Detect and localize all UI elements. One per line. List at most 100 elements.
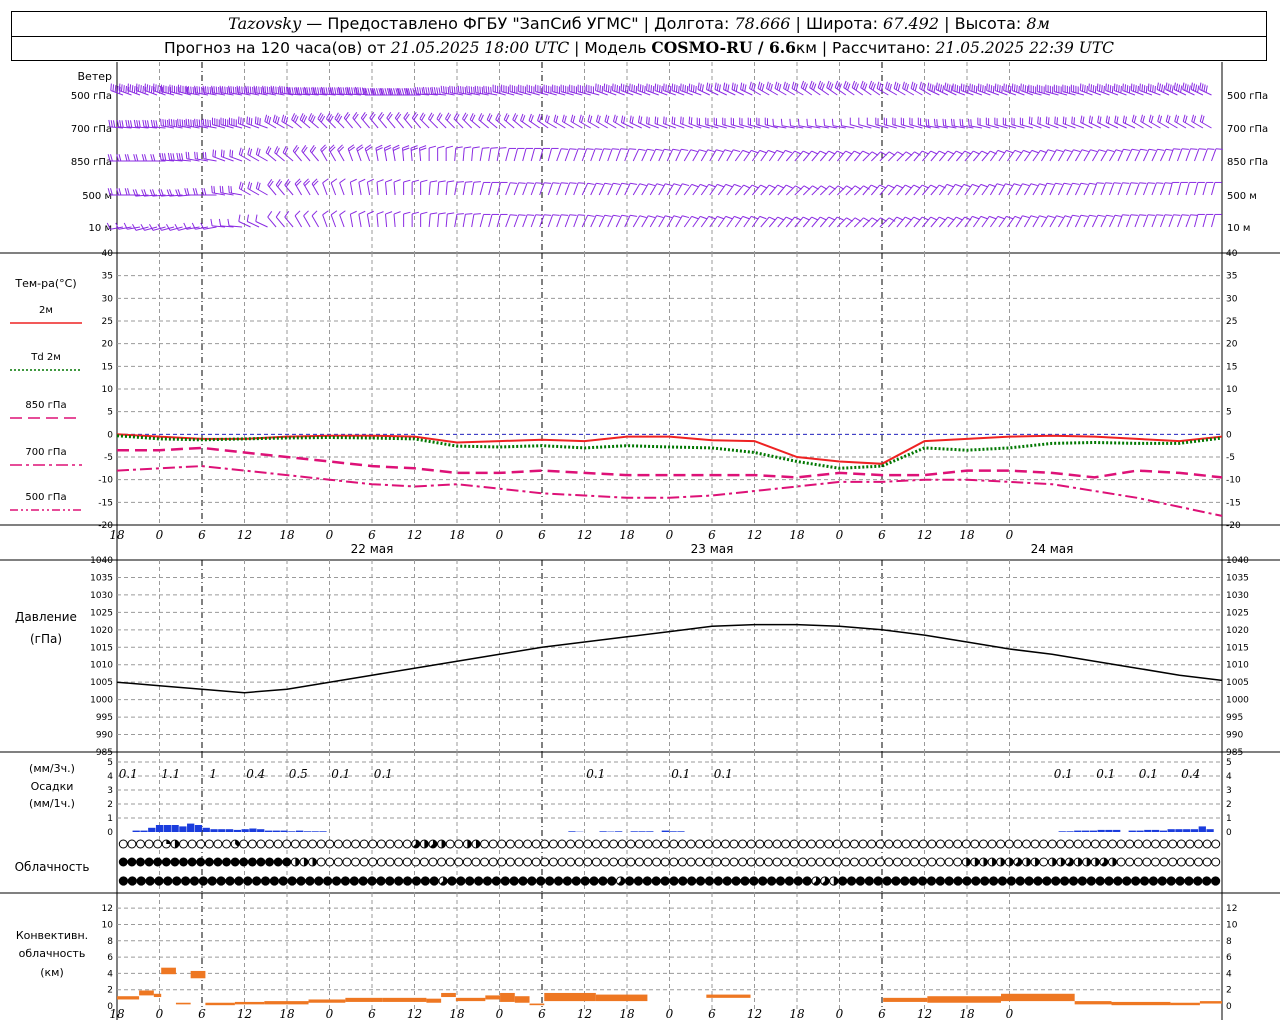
- wind-barb-flag: [202, 118, 205, 126]
- cloud-circle: [643, 857, 653, 867]
- wind-barb-flag: [310, 87, 314, 95]
- cloud-circle: [583, 839, 593, 849]
- wind-barb: [1177, 214, 1189, 228]
- wind-barb-flag: [599, 85, 602, 93]
- cloud-circle: [454, 839, 464, 849]
- cloud-symbol: [161, 857, 171, 867]
- wind-barb-flag: [336, 87, 339, 95]
- wind-barb: [586, 84, 600, 96]
- precip-bar: [303, 831, 312, 832]
- cloud-circle: [196, 839, 206, 849]
- cloud-circle: [927, 839, 937, 849]
- wind-barb-flag: [226, 86, 229, 95]
- hour-tick-label-bottom: 18: [789, 1007, 805, 1021]
- precip-bar: [225, 829, 234, 832]
- wind-barb-flag: [449, 85, 451, 93]
- cloud-symbol: [729, 839, 739, 849]
- cloud-fill-full: [1211, 876, 1220, 886]
- wind-barb-flag: [1118, 85, 1120, 93]
- cloud-circle: [376, 857, 386, 867]
- wind-barb-flag: [606, 115, 610, 123]
- wind-barb-flag: [275, 211, 281, 218]
- wind-barb-flag: [510, 182, 518, 184]
- wind-barb-flag: [464, 86, 467, 95]
- conv-cloud-bar: [514, 996, 530, 1003]
- wind-barb-flag: [613, 182, 621, 185]
- cloud-fill-full: [145, 876, 155, 886]
- wind-barb-flag: [433, 87, 437, 95]
- cloud-circle: [712, 857, 722, 867]
- cloud-circle: [462, 857, 472, 867]
- wind-barb-flag: [1024, 85, 1027, 93]
- pressure-tick-label-right: 1005: [1226, 678, 1249, 688]
- wind-barb: [1049, 182, 1063, 196]
- cloud-circle: [944, 839, 954, 849]
- cloud-fill-full: [936, 876, 945, 886]
- cloud-symbol: [411, 839, 421, 849]
- wind-barb-flag: [944, 82, 947, 90]
- wind-barb: [632, 148, 646, 162]
- wind-barb-flag: [451, 86, 454, 94]
- wind-barb: [337, 144, 345, 162]
- wind-barb-flag: [853, 150, 861, 155]
- cloud-fill-full: [625, 876, 634, 886]
- conv-cloud-bar: [1170, 1002, 1200, 1006]
- precip-bar: [646, 831, 654, 832]
- cloud-symbol: [763, 839, 773, 849]
- cloud-fill-full: [1175, 876, 1185, 886]
- wind-barb-flag: [202, 151, 205, 159]
- wind-barb-flag: [1080, 182, 1088, 185]
- wind-barb-flag: [1122, 214, 1130, 216]
- wind-barb-flag: [112, 84, 115, 92]
- wind-barb: [330, 178, 338, 196]
- wind-barb-flag: [150, 119, 154, 127]
- wind-barb: [547, 214, 560, 228]
- wind-barb-staff: [641, 149, 648, 162]
- precip-bar: [171, 825, 179, 832]
- wind-barb-flag: [113, 120, 116, 128]
- wind-barb-staff: [1194, 182, 1199, 196]
- cloud-symbol: [695, 876, 706, 886]
- temp-tick-label-right: 20: [1226, 340, 1238, 350]
- wind-barb-flag: [933, 85, 936, 93]
- cloud-symbol: [376, 857, 386, 867]
- hour-tick-label: 12: [747, 528, 762, 542]
- wind-barb-flag: [258, 86, 260, 94]
- conv-tick-label-right: 10: [1226, 920, 1238, 930]
- wind-barb-flag: [187, 86, 190, 94]
- cloud-circle: [755, 839, 765, 849]
- wind-barb-flag: [135, 83, 138, 91]
- wind-barb-flag: [544, 114, 548, 122]
- cloud-circle: [720, 839, 730, 849]
- wind-barb-flag: [1063, 182, 1071, 185]
- cloud-circle: [729, 839, 739, 849]
- cloud-fill-full: [1007, 876, 1016, 886]
- wind-barb: [675, 183, 690, 196]
- wind-barb-flag: [277, 86, 280, 95]
- wind-barb: [1091, 182, 1104, 196]
- wind-barb: [495, 113, 506, 129]
- cloud-symbol: [314, 876, 324, 886]
- cloud-symbol: [633, 876, 644, 886]
- wind-barb-staff: [376, 214, 379, 228]
- conv-cloud-bar: [264, 1001, 309, 1005]
- wind-barb: [364, 144, 372, 162]
- precip-bar: [1136, 830, 1144, 832]
- wind-barb-flag: [1097, 115, 1100, 123]
- wind-barb-staff: [376, 182, 379, 196]
- wind-barb-flag: [236, 85, 239, 93]
- cloud-circle: [841, 857, 851, 867]
- wind-barb-flag: [1197, 85, 1200, 93]
- wind-barb-flag: [586, 148, 594, 150]
- wind-barb-flag: [1201, 83, 1204, 91]
- wind-barb-flag: [127, 154, 130, 162]
- wind-barb-flag: [384, 88, 388, 96]
- wind-barb-flag: [1098, 149, 1106, 153]
- wind-barb: [347, 144, 355, 162]
- wind-barb: [530, 182, 543, 196]
- cloud-circle: [523, 839, 533, 849]
- wind-barb-flag: [1190, 148, 1198, 150]
- cloud-symbol: [574, 839, 584, 849]
- wind-barb-flag: [723, 82, 726, 90]
- cloud-symbol: [557, 839, 567, 849]
